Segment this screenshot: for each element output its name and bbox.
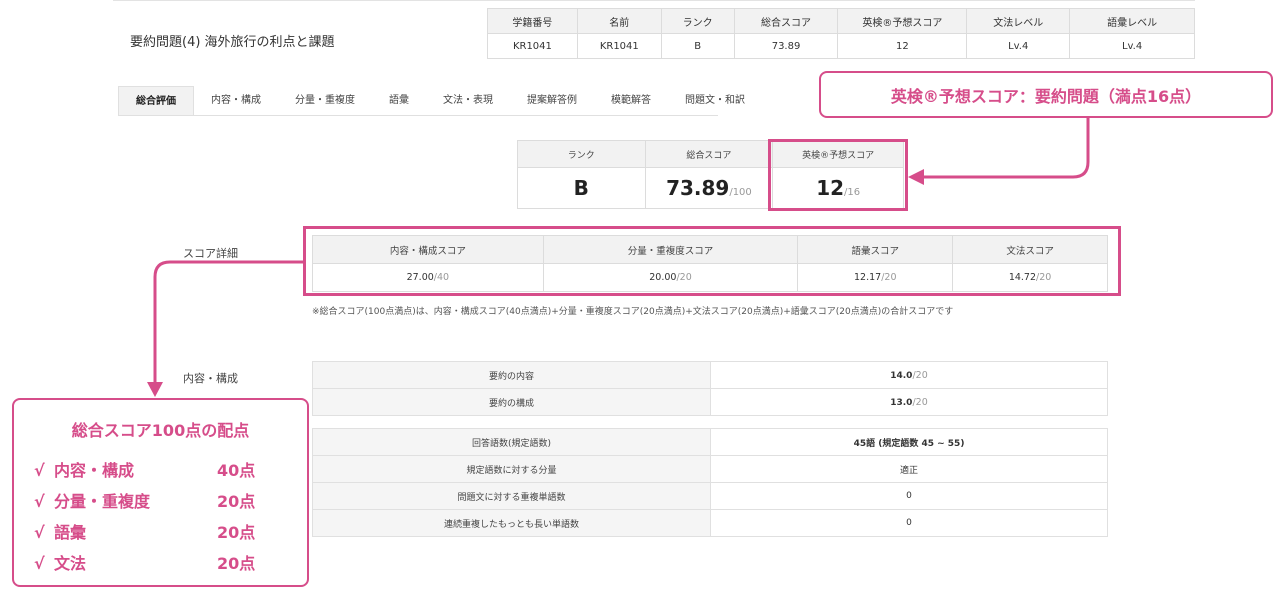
callout-connector	[922, 118, 1090, 179]
legend-arrowhead	[147, 382, 163, 397]
legend-item: √ 文法 20点	[34, 550, 294, 574]
legend-label: 語彙	[54, 523, 87, 542]
callout-arrowhead	[908, 169, 924, 185]
legend-points: 40点	[217, 461, 256, 480]
legend-title: 総合スコア100点の配点	[71, 421, 250, 440]
legend-points: 20点	[217, 492, 256, 511]
legend-label: 内容・構成	[54, 461, 135, 480]
check-icon: √	[34, 554, 45, 573]
legend-item: √ 語彙 20点	[34, 519, 294, 543]
legend-item: √ 分量・重複度 20点	[34, 488, 294, 512]
check-icon: √	[34, 523, 45, 542]
legend-points: 20点	[217, 554, 256, 573]
check-icon: √	[34, 492, 45, 511]
legend-connector	[153, 260, 303, 384]
legend-item: √ 内容・構成 40点	[34, 457, 294, 481]
check-icon: √	[34, 461, 45, 480]
legend-label: 分量・重複度	[54, 492, 151, 511]
eiken-callout: 英検®予想スコア：要約問題（満点16点）	[819, 71, 1273, 118]
legend-label: 文法	[54, 554, 87, 573]
legend-points: 20点	[217, 523, 256, 542]
score-breakdown-legend: 総合スコア100点の配点 √ 内容・構成 40点 √ 分量・重複度 20点 √ 語彙 20点…	[12, 398, 309, 587]
